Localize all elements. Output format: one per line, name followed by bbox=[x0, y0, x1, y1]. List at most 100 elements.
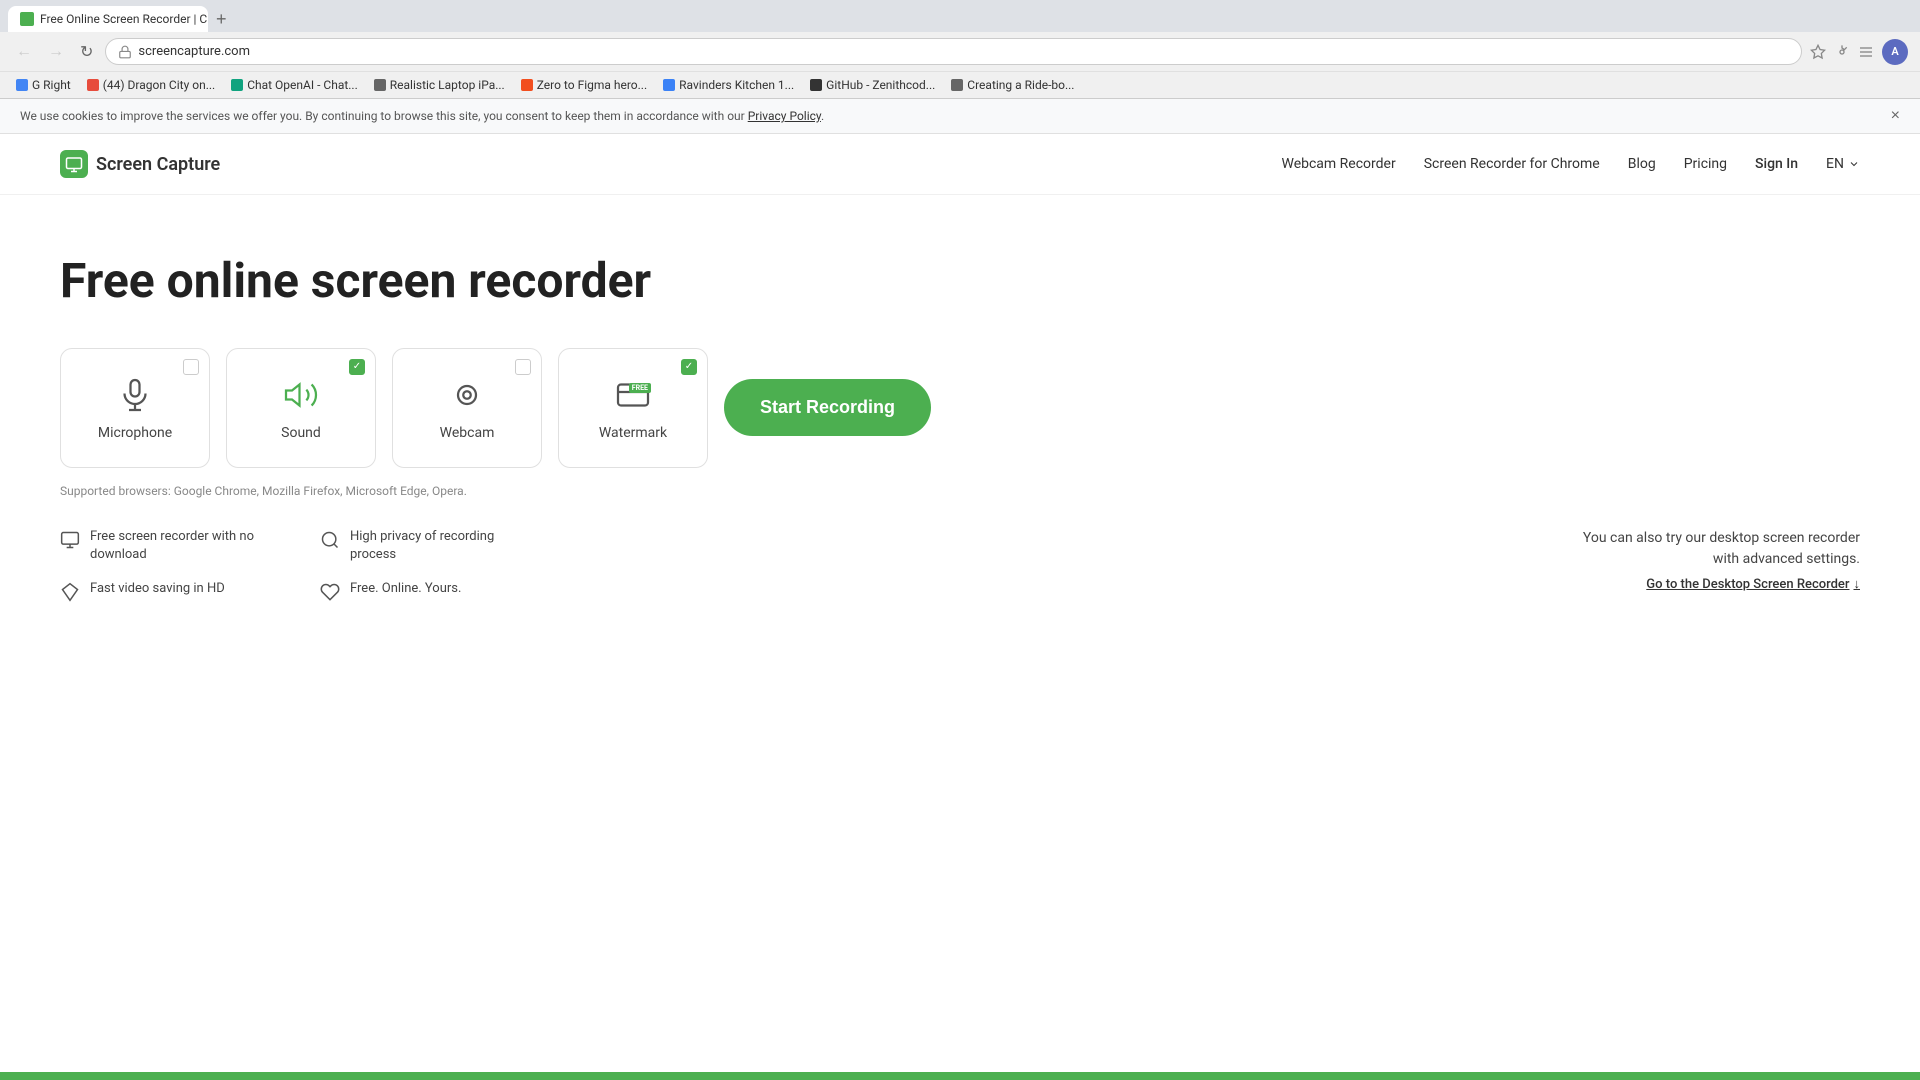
nav-webcam-recorder[interactable]: Webcam Recorder bbox=[1281, 156, 1395, 172]
new-tab-button[interactable]: + bbox=[210, 7, 233, 32]
bookmark-dragon-city[interactable]: (44) Dragon City on... bbox=[83, 76, 219, 94]
browser-chrome: Free Online Screen Recorder | C... × + ←… bbox=[0, 0, 1920, 99]
monitor-icon bbox=[60, 530, 80, 550]
language-label: EN bbox=[1826, 156, 1844, 172]
tab-title: Free Online Screen Recorder | C... bbox=[40, 12, 208, 26]
bookmarks-bar: G Right (44) Dragon City on... Chat Open… bbox=[0, 71, 1920, 98]
bookmark-label: GitHub - Zenithcod... bbox=[826, 78, 935, 92]
hero-title: Free online screen recorder bbox=[60, 255, 1860, 308]
diamond-svg bbox=[60, 582, 80, 602]
url-text: screencapture.com bbox=[138, 44, 1789, 59]
recording-options: Microphone ✓ Sound bbox=[60, 348, 1860, 468]
webcam-label: Webcam bbox=[440, 425, 495, 441]
watermark-checkbox[interactable]: ✓ bbox=[681, 359, 697, 375]
bookmark-label: Creating a Ride-bo... bbox=[967, 78, 1074, 92]
bookmark-favicon bbox=[16, 79, 28, 91]
desktop-cta-description: You can also try our desktop screen reco… bbox=[1583, 528, 1860, 570]
download-icon: ↓ bbox=[1854, 576, 1861, 592]
bookmark-favicon bbox=[87, 79, 99, 91]
desktop-link-text: Go to the Desktop Screen Recorder bbox=[1646, 577, 1849, 592]
bookmark-favicon bbox=[231, 79, 243, 91]
logo-text: Screen Capture bbox=[96, 154, 220, 175]
bookmark-label: Chat OpenAI - Chat... bbox=[247, 78, 358, 92]
bookmark-favicon bbox=[663, 79, 675, 91]
refresh-button[interactable]: ↻ bbox=[76, 40, 97, 64]
desktop-recorder-link[interactable]: Go to the Desktop Screen Recorder ↓ bbox=[1646, 576, 1860, 592]
extensions-icon[interactable] bbox=[1834, 44, 1850, 60]
cookie-text: We use cookies to improve the services w… bbox=[20, 109, 824, 123]
bottom-green-bar bbox=[0, 1072, 1920, 1080]
supported-browsers-text: Supported browsers: Google Chrome, Mozil… bbox=[60, 484, 1860, 498]
desktop-cta: You can also try our desktop screen reco… bbox=[1583, 528, 1860, 593]
watermark-label: Watermark bbox=[599, 425, 667, 441]
mic-svg bbox=[117, 377, 153, 413]
bookmark-label: G Right bbox=[32, 78, 71, 92]
nav-pricing[interactable]: Pricing bbox=[1684, 156, 1727, 172]
watermark-icon: FREE bbox=[613, 375, 653, 415]
shield-icon bbox=[320, 530, 340, 550]
profile-icon[interactable]: A bbox=[1882, 39, 1908, 65]
free-badge: FREE bbox=[629, 383, 651, 393]
microphone-label: Microphone bbox=[98, 425, 172, 441]
watermark-option[interactable]: ✓ FREE Watermark bbox=[558, 348, 708, 468]
cookie-close-button[interactable]: × bbox=[1891, 107, 1900, 125]
tab-favicon bbox=[20, 12, 34, 26]
feature-hd-saving-text: Fast video saving in HD bbox=[90, 580, 225, 598]
bookmark-favicon bbox=[374, 79, 386, 91]
address-bar: ← → ↻ screencapture.com A bbox=[0, 32, 1920, 71]
forward-button[interactable]: → bbox=[44, 41, 68, 63]
bookmark-label: (44) Dragon City on... bbox=[103, 78, 215, 92]
bookmark-ride[interactable]: Creating a Ride-bo... bbox=[947, 76, 1078, 94]
feature-no-download: Free screen recorder with no download bbox=[60, 528, 280, 564]
chevron-down-icon bbox=[1848, 158, 1860, 170]
microphone-checkbox[interactable] bbox=[183, 359, 199, 375]
menu-icon[interactable] bbox=[1858, 44, 1874, 60]
logo[interactable]: Screen Capture bbox=[60, 150, 220, 178]
feature-hd-saving: Fast video saving in HD bbox=[60, 580, 280, 602]
bookmark-figma[interactable]: Zero to Figma hero... bbox=[517, 76, 651, 94]
nav-screen-recorder-chrome[interactable]: Screen Recorder for Chrome bbox=[1424, 156, 1600, 172]
language-selector[interactable]: EN bbox=[1826, 156, 1860, 172]
bookmark-favicon bbox=[521, 79, 533, 91]
sound-label: Sound bbox=[281, 425, 321, 441]
webcam-option[interactable]: Webcam bbox=[392, 348, 542, 468]
microphone-option[interactable]: Microphone bbox=[60, 348, 210, 468]
privacy-policy-link[interactable]: Privacy Policy bbox=[748, 109, 821, 123]
sound-option[interactable]: ✓ Sound bbox=[226, 348, 376, 468]
star-icon[interactable] bbox=[1810, 44, 1826, 60]
bookmark-laptop[interactable]: Realistic Laptop iPa... bbox=[370, 76, 509, 94]
microphone-icon bbox=[115, 375, 155, 415]
feature-free-online-text: Free. Online. Yours. bbox=[350, 580, 461, 598]
bookmark-chatgpt[interactable]: Chat OpenAI - Chat... bbox=[227, 76, 362, 94]
hero-section: Free online screen recorder Microphone bbox=[0, 195, 1920, 642]
speaker-svg bbox=[283, 377, 319, 413]
nav-links: Webcam Recorder Screen Recorder for Chro… bbox=[1281, 156, 1860, 172]
feature-high-privacy: High privacy of recording process bbox=[320, 528, 540, 564]
feature-high-privacy-text: High privacy of recording process bbox=[350, 528, 540, 564]
features-grid: Free screen recorder with no download Hi… bbox=[60, 528, 540, 602]
nav-blog[interactable]: Blog bbox=[1628, 156, 1656, 172]
tab-bar: Free Online Screen Recorder | C... × + bbox=[0, 0, 1920, 32]
url-bar[interactable]: screencapture.com bbox=[105, 38, 1802, 65]
bookmark-favicon bbox=[951, 79, 963, 91]
lock-icon bbox=[118, 45, 132, 59]
monitor-svg bbox=[60, 530, 80, 550]
logo-svg bbox=[65, 155, 83, 173]
start-recording-button[interactable]: Start Recording bbox=[724, 379, 931, 436]
shield-svg bbox=[320, 530, 340, 550]
bookmark-ravinders[interactable]: Ravinders Kitchen 1... bbox=[659, 76, 798, 94]
app: We use cookies to improve the services w… bbox=[0, 99, 1920, 1059]
bookmark-favicon bbox=[810, 79, 822, 91]
webcam-checkbox[interactable] bbox=[515, 359, 531, 375]
bookmark-g-right[interactable]: G Right bbox=[12, 76, 75, 94]
nav-signin[interactable]: Sign In bbox=[1755, 156, 1798, 172]
active-tab[interactable]: Free Online Screen Recorder | C... × bbox=[8, 6, 208, 32]
navbar: Screen Capture Webcam Recorder Screen Re… bbox=[0, 134, 1920, 195]
features-row: Free screen recorder with no download Hi… bbox=[60, 528, 1860, 602]
back-button[interactable]: ← bbox=[12, 41, 36, 63]
bookmark-github[interactable]: GitHub - Zenithcod... bbox=[806, 76, 939, 94]
cookie-banner: We use cookies to improve the services w… bbox=[0, 99, 1920, 134]
bookmark-label: Zero to Figma hero... bbox=[537, 78, 647, 92]
feature-free-online: Free. Online. Yours. bbox=[320, 580, 540, 602]
sound-checkbox[interactable]: ✓ bbox=[349, 359, 365, 375]
